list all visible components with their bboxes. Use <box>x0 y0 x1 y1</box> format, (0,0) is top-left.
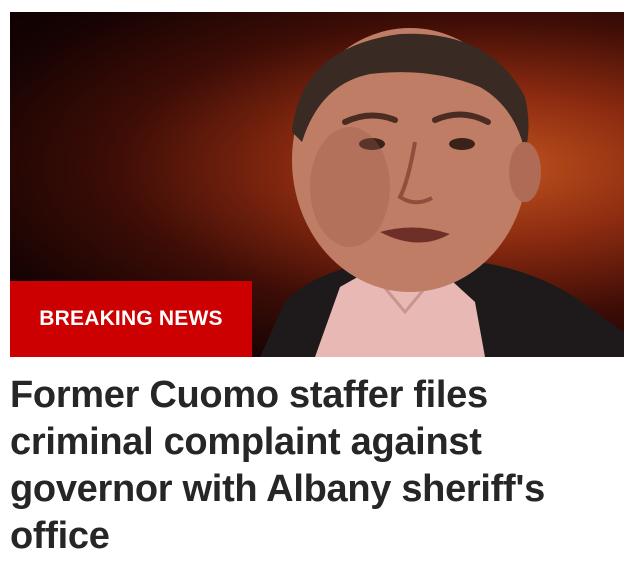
news-card[interactable]: BREAKING NEWS Former Cuomo staffer files… <box>0 0 634 580</box>
badge-label: BREAKING NEWS <box>39 307 223 330</box>
breaking-news-badge: BREAKING NEWS <box>10 281 252 357</box>
story-headline[interactable]: Former Cuomo staffer files criminal comp… <box>10 372 624 560</box>
